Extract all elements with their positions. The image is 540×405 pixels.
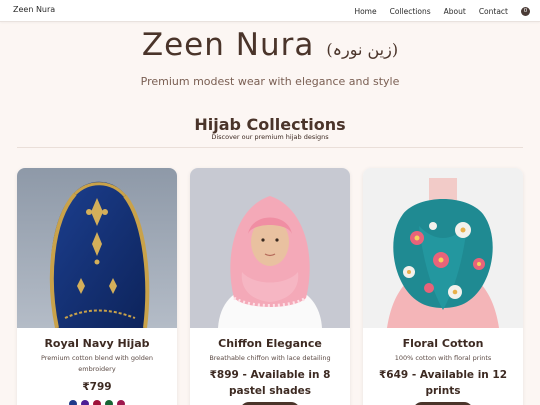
- product-title: Chiffon Elegance: [218, 337, 322, 350]
- section-title: Hijab Collections: [194, 115, 346, 134]
- navbar: Zeen Nura Home Collections About Contact…: [0, 0, 540, 22]
- section-divider: [17, 147, 523, 148]
- chiffon-elegance-image: [190, 168, 350, 328]
- nav-link-about[interactable]: About: [444, 7, 466, 16]
- product-price: ₹799: [82, 381, 112, 393]
- product-description: Breathable chiffon with lace detailing: [209, 354, 331, 362]
- color-swatch-green[interactable]: [105, 400, 113, 405]
- brand-link[interactable]: Zeen Nura: [13, 5, 55, 14]
- color-swatch-purple[interactable]: [81, 400, 89, 405]
- product-image-floral-cotton[interactable]: [363, 168, 523, 328]
- product-description: 100% cotton with floral prints: [394, 354, 492, 362]
- hero-title-urdu: (زین نورہ): [326, 40, 399, 59]
- royal-navy-hijab-image: [17, 168, 177, 328]
- nav-link-contact[interactable]: Contact: [479, 7, 508, 16]
- nav-links: Home Collections About Contact 0: [354, 0, 540, 22]
- cart-count-badge[interactable]: 0: [521, 6, 530, 16]
- nav-link-collections[interactable]: Collections: [390, 7, 431, 16]
- color-swatch-maroon[interactable]: [93, 400, 101, 405]
- color-swatch-magenta[interactable]: [117, 400, 125, 405]
- product-card-chiffon-elegance[interactable]: Chiffon Elegance Breathable chiffon with…: [190, 168, 350, 405]
- product-card-floral-cotton[interactable]: Floral Cotton 100% cotton with floral pr…: [363, 168, 523, 405]
- color-swatch-navy[interactable]: [69, 400, 77, 405]
- product-card-royal-navy[interactable]: Royal Navy Hijab Premium cotton blend wi…: [17, 168, 177, 405]
- hero-title-english: Zeen Nura: [141, 27, 315, 63]
- hero-title: Zeen Nura (زین نورہ): [0, 27, 540, 63]
- product-description: Premium cotton blend with golden embroid…: [40, 354, 154, 373]
- product-price: ₹649 - Available in 12 prints: [378, 369, 508, 397]
- product-price: ₹899 - Available in 8 pastel shades: [209, 369, 331, 397]
- nav-link-home[interactable]: Home: [354, 7, 376, 16]
- section-subtitle: Discover our premium hijab designs: [211, 133, 329, 141]
- color-swatches: [69, 400, 125, 405]
- hero-subtitle: Premium modest wear with elegance and st…: [140, 75, 400, 88]
- product-title: Royal Navy Hijab: [44, 337, 150, 350]
- product-image-chiffon-elegance[interactable]: [190, 168, 350, 328]
- floral-cotton-image: [363, 168, 523, 328]
- product-title: Floral Cotton: [402, 337, 484, 350]
- product-image-royal-navy[interactable]: [17, 168, 177, 328]
